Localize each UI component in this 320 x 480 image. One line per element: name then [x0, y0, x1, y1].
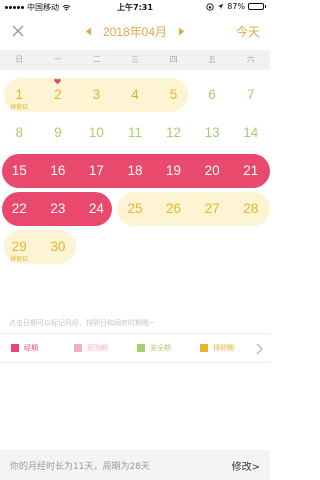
- weekday-label: 二: [92, 55, 101, 64]
- legend-label: 安全期: [150, 344, 171, 352]
- calendar-day[interactable]: 27: [193, 190, 232, 228]
- calendar-day[interactable]: 10: [77, 114, 116, 152]
- edit-button[interactable]: 修改>: [232, 458, 260, 473]
- day-number: 10: [88, 125, 104, 140]
- ovulation-day-label: 排卵日: [10, 104, 29, 111]
- legend-item: 经期: [11, 343, 63, 353]
- weekday-label: 四: [169, 55, 178, 64]
- calendar-day[interactable]: 21: [231, 152, 270, 190]
- month-navigator: 2018年04月: [0, 23, 270, 40]
- day-number: 18: [127, 163, 143, 178]
- triangle-right-icon: [178, 27, 184, 36]
- day-number: 14: [243, 125, 259, 140]
- calendar-day[interactable]: 1 排卵日: [0, 76, 39, 114]
- calendar-day[interactable]: 22: [0, 190, 39, 228]
- calendar-day[interactable]: 17: [77, 152, 116, 190]
- legend-label: 排卵期: [213, 344, 234, 352]
- calendar-day[interactable]: 12: [154, 114, 193, 152]
- calendar-day[interactable]: 13: [193, 114, 232, 152]
- day-number: 16: [50, 163, 66, 178]
- legend-swatch: [11, 344, 19, 352]
- legend-swatch: [74, 344, 82, 352]
- calendar-day[interactable]: 20: [193, 152, 232, 190]
- chevron-right-icon[interactable]: [254, 342, 264, 356]
- weekday-label: 六: [246, 55, 255, 64]
- day-number: 12: [166, 125, 182, 140]
- battery-percent: 87%: [227, 2, 245, 11]
- calendar-day[interactable]: 14: [231, 114, 270, 152]
- calendar-day[interactable]: 5: [154, 76, 193, 114]
- calendar-day[interactable]: 15: [0, 152, 39, 190]
- day-number: 5: [169, 87, 178, 102]
- next-month-button[interactable]: [175, 25, 187, 39]
- day-number: 6: [208, 87, 216, 102]
- legend-label: 经期: [24, 344, 38, 352]
- calendar-day[interactable]: 2: [39, 76, 78, 114]
- cycle-summary-bar: 你的月经时长为11天，周期为28天 修改>: [0, 450, 270, 480]
- calendar-day[interactable]: 28: [231, 190, 270, 228]
- day-number: 26: [166, 201, 182, 216]
- day-number: 28: [243, 201, 259, 216]
- day-number: 30: [50, 239, 66, 254]
- weekday-label: 三: [131, 55, 140, 64]
- hint-text: 点击日期可以标记月经、排卵日和同房时期哦~: [9, 319, 155, 327]
- day-number: 11: [127, 125, 142, 140]
- calendar-day[interactable]: 24: [77, 190, 116, 228]
- lock-rotation-icon: [206, 2, 214, 11]
- day-number: 22: [11, 201, 27, 216]
- heart-icon: [54, 78, 62, 85]
- day-number: 8: [15, 125, 24, 140]
- calendar-day[interactable]: 19: [154, 152, 193, 190]
- day-number: 7: [246, 87, 255, 102]
- calendar-day[interactable]: 16: [39, 152, 78, 190]
- day-number: 20: [204, 163, 220, 178]
- day-number: 9: [54, 125, 62, 140]
- calendar-day[interactable]: 11: [116, 114, 155, 152]
- legend: 经期 预测期 安全期 排卵期: [0, 333, 270, 363]
- calendar-day[interactable]: 7: [231, 76, 270, 114]
- cycle-summary-text: 你的月经时长为11天，周期为28天: [10, 462, 150, 472]
- legend-item: 安全期: [137, 343, 189, 353]
- status-bar: 中国移动 上午7:31 87%: [0, 0, 270, 14]
- day-number: 24: [88, 201, 104, 216]
- legend-swatch: [137, 344, 145, 352]
- day-number: 4: [131, 87, 139, 102]
- calendar-day[interactable]: 3: [77, 76, 116, 114]
- ovulation-day-label: 排卵日: [10, 256, 29, 263]
- calendar-day[interactable]: 6: [193, 76, 232, 114]
- legend-label: 预测期: [87, 344, 108, 352]
- calendar-day[interactable]: 8: [0, 114, 39, 152]
- month-title: 2018年04月: [102, 25, 168, 39]
- day-number: 23: [50, 201, 66, 216]
- day-number: 3: [92, 87, 101, 102]
- weekday-label: 五: [208, 55, 217, 64]
- day-number: 19: [166, 163, 182, 178]
- weekday-label: 日: [15, 55, 24, 64]
- calendar-day[interactable]: 23: [39, 190, 78, 228]
- legend-item: 排卵期: [200, 343, 252, 353]
- calendar-day[interactable]: 4: [116, 76, 155, 114]
- legend-swatch: [200, 344, 208, 352]
- day-number: 17: [88, 163, 104, 178]
- location-arrow-icon: [218, 3, 224, 10]
- day-number: 13: [204, 125, 220, 140]
- calendar-day[interactable]: 25: [116, 190, 155, 228]
- day-number: 25: [127, 201, 143, 216]
- battery-icon: [248, 3, 266, 10]
- calendar-day[interactable]: 30: [39, 228, 78, 266]
- today-button[interactable]: 今天: [236, 23, 260, 40]
- calendar-day[interactable]: 29 排卵日: [0, 228, 39, 266]
- day-number: 27: [204, 201, 220, 216]
- nav-bar: 2018年04月 今天: [0, 14, 270, 48]
- prev-month-button[interactable]: [83, 25, 95, 39]
- triangle-left-icon: [86, 27, 92, 36]
- weekday-header: 日一二三四五六: [0, 50, 270, 70]
- calendar-day[interactable]: 18: [116, 152, 155, 190]
- day-number: 15: [11, 163, 27, 178]
- legend-item: 预测期: [74, 343, 126, 353]
- calendar-day[interactable]: 26: [154, 190, 193, 228]
- calendar-day[interactable]: 9: [39, 114, 78, 152]
- day-number: 21: [243, 163, 259, 178]
- weekday-label: 一: [53, 55, 62, 64]
